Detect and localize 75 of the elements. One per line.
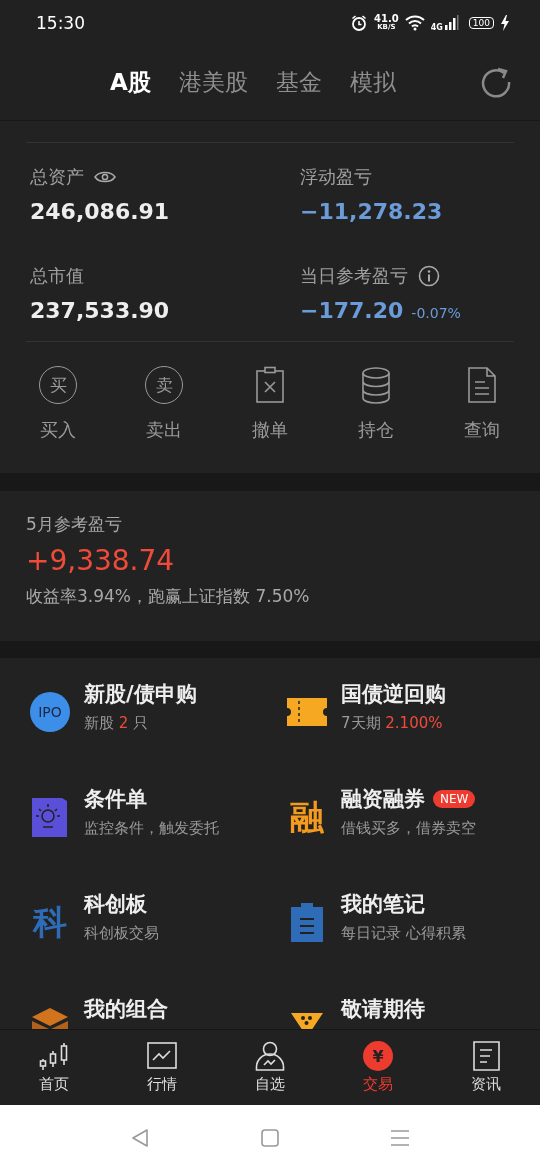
nav-tab[interactable]: 资讯	[451, 1041, 521, 1094]
database-icon	[361, 366, 391, 404]
service-title: 新股/债申购	[84, 681, 197, 708]
ipo-icon: IPO	[30, 692, 70, 732]
alarm-icon	[350, 13, 368, 32]
monthly-value: +9,338.74	[26, 544, 175, 577]
monthly-note: 收益率3.94%，跑赢上证指数 7.50%	[26, 585, 310, 608]
document-icon	[467, 366, 497, 404]
chart-icon	[147, 1041, 177, 1071]
service-item[interactable]: 我的笔记 每日记录 心得积累	[287, 890, 540, 995]
clipboard-x-icon	[255, 366, 285, 404]
nav-tab[interactable]: 行情	[127, 1041, 197, 1094]
service-subtitle: 监控条件，触发委托	[84, 819, 219, 838]
service-item[interactable]: 我的组合	[30, 995, 287, 1029]
metric-label: 总市值	[30, 264, 84, 288]
back-icon[interactable]	[130, 1127, 150, 1148]
market-tab[interactable]: 模拟	[349, 67, 396, 98]
service-item[interactable]: 敬请期待	[287, 995, 540, 1029]
lightbulb-card-icon	[32, 797, 68, 837]
character-icon: 融	[290, 800, 324, 834]
eye-icon[interactable]	[94, 170, 116, 184]
service-item[interactable]: 条件单 监控条件，触发委托	[30, 785, 287, 890]
trade-action-button[interactable]: 查询	[450, 366, 514, 442]
trade-action-button[interactable]: 买 买入	[26, 366, 90, 442]
clipboard-icon	[291, 902, 323, 942]
service-title: 我的笔记	[341, 891, 425, 918]
service-subtitle: 科创板交易	[84, 924, 159, 943]
metric-value: 237,533.90	[30, 298, 170, 323]
service-item[interactable]: IPO 新股/债申购 新股 2 只	[30, 680, 287, 785]
service-title: 国债逆回购	[341, 681, 446, 708]
service-subtitle: 7天期 2.100%	[341, 714, 444, 733]
metric-label: 当日参考盈亏	[300, 264, 408, 288]
metric-label: 浮动盈亏	[300, 165, 372, 189]
service-subtitle: 新股 2 只	[84, 714, 150, 733]
status-time: 15:30	[36, 12, 85, 33]
person-chart-icon	[255, 1041, 285, 1071]
info-icon[interactable]	[418, 265, 440, 287]
ticket-icon	[287, 698, 327, 726]
service-title: 融资融券	[341, 786, 425, 813]
metric-value: −11,278.23	[300, 199, 443, 224]
character-icon: 科	[33, 905, 67, 939]
yen-icon: ¥	[363, 1041, 393, 1071]
metric-change: -0.07%	[411, 305, 461, 321]
metric-label: 总资产	[30, 165, 84, 189]
service-title: 敬请期待	[341, 996, 425, 1023]
market-tab[interactable]: 港美股	[178, 67, 248, 98]
signal-icon	[444, 14, 459, 31]
market-tab[interactable]: 基金	[275, 67, 322, 98]
service-subtitle: 每日记录 心得积累	[341, 924, 466, 943]
home-icon[interactable]	[260, 1127, 280, 1148]
trade-action-button[interactable]: 卖 卖出	[132, 366, 196, 442]
service-item[interactable]: 融 融资融券 NEW 借钱买多，借券卖空	[287, 785, 540, 890]
charging-icon	[500, 14, 510, 31]
candlestick-icon	[39, 1041, 69, 1071]
service-title: 科创板	[84, 891, 147, 918]
service-item[interactable]: 国债逆回购 7天期 2.100%	[287, 680, 540, 785]
nav-tab[interactable]: 自选	[235, 1041, 305, 1094]
new-badge: NEW	[433, 790, 476, 808]
news-icon	[471, 1041, 501, 1071]
service-title: 条件单	[84, 786, 147, 813]
nav-tab[interactable]: ¥ 交易	[343, 1041, 413, 1094]
refresh-icon[interactable]	[480, 66, 512, 98]
nav-tab[interactable]: 首页	[19, 1041, 89, 1094]
trade-action-button[interactable]: 撤单	[238, 366, 302, 442]
service-title: 我的组合	[84, 996, 168, 1023]
network-speed: 41.0	[374, 14, 399, 24]
monthly-title: 5月参考盈亏	[26, 513, 122, 536]
market-tab[interactable]: A股	[110, 67, 151, 98]
network-type: 4G	[430, 23, 443, 32]
metric-value: 246,086.91	[30, 199, 170, 224]
service-subtitle: 借钱买多，借券卖空	[341, 819, 476, 838]
metric-value: −177.20	[300, 298, 404, 323]
trade-action-button[interactable]: 持仓	[344, 366, 408, 442]
wifi-icon	[404, 14, 425, 31]
battery-level: 100	[468, 16, 494, 29]
